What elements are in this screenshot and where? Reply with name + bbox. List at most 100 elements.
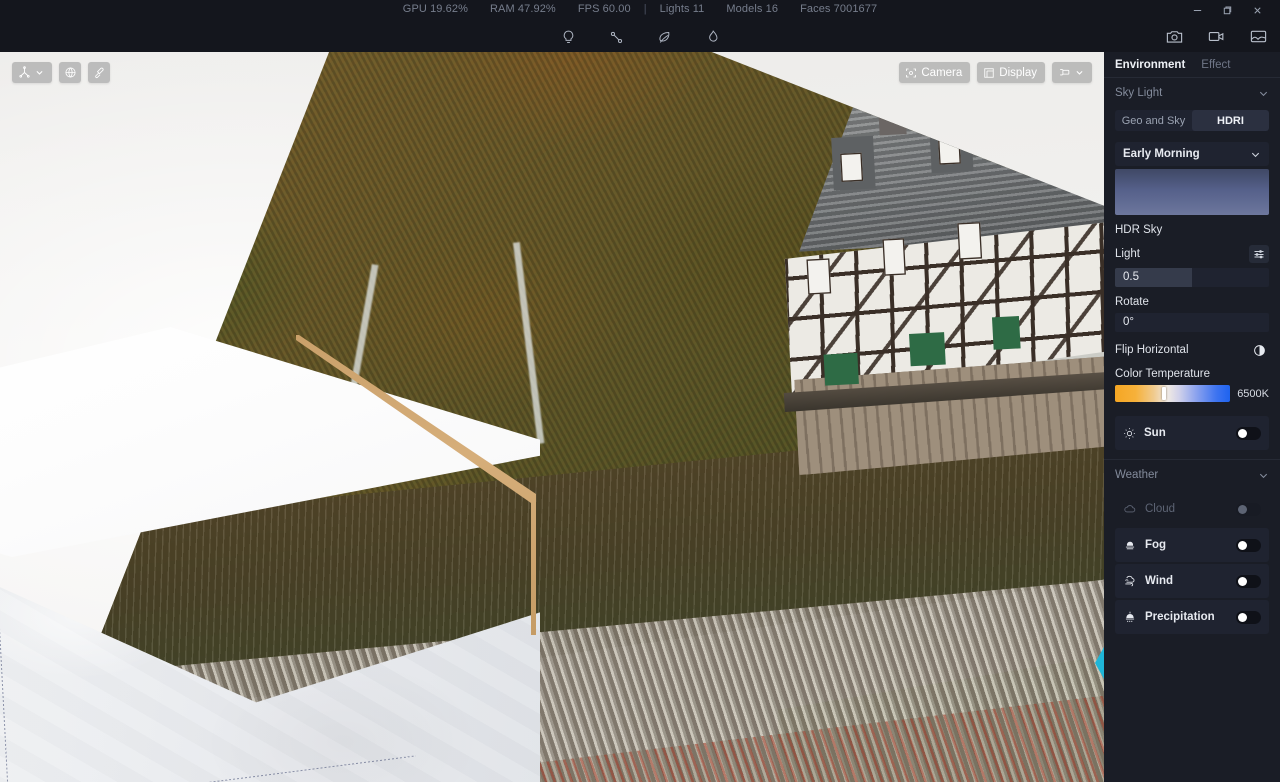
gold-edge-strip	[296, 335, 536, 635]
sun-icon	[1124, 427, 1135, 439]
light-settings-button[interactable]	[1249, 245, 1269, 263]
flip-horizontal-button[interactable]	[1249, 341, 1269, 359]
color-temperature-knob[interactable]	[1162, 387, 1167, 400]
chevron-down-icon	[1076, 70, 1083, 75]
sky-light-section-header[interactable]: Sky Light	[1104, 78, 1280, 108]
house-window-3	[956, 222, 982, 260]
eyedropper-button[interactable]	[88, 62, 110, 83]
transform-gizmo-button[interactable]	[12, 62, 52, 83]
light-label: Light	[1115, 248, 1140, 260]
color-temperature-label: Color Temperature	[1115, 368, 1211, 380]
chevron-down-icon	[1251, 152, 1260, 157]
hdri-preset-value: Early Morning	[1123, 148, 1200, 160]
chevron-down-icon	[36, 70, 43, 75]
stat-lights: Lights 11	[659, 3, 705, 15]
house-window-1	[806, 258, 832, 296]
viewport-3d[interactable]: Camera Display	[0, 52, 1104, 782]
camera-snapshot-button[interactable]	[1160, 23, 1188, 49]
wind-toggle-switch[interactable]	[1236, 574, 1261, 588]
precipitation-icon	[1125, 611, 1135, 623]
capture-toolbar	[1160, 22, 1272, 50]
stat-fps: FPS 60.00	[577, 3, 631, 15]
maximize-button[interactable]	[1212, 0, 1242, 20]
sliders-icon	[1254, 250, 1264, 259]
leaf-tool-button[interactable]	[649, 23, 679, 51]
camera-snapshot-icon	[1166, 30, 1182, 43]
stat-models: Models 16	[726, 3, 779, 15]
stat-faces: Faces 7001677	[800, 3, 878, 15]
move-axis-icon	[19, 66, 30, 78]
hdri-preview-swatch[interactable]	[1115, 169, 1269, 215]
weather-title: Weather	[1115, 469, 1159, 481]
house-dormer-window-1	[839, 152, 864, 182]
cloud-toggle-switch[interactable]	[1236, 502, 1261, 516]
fog-toggle-switch[interactable]	[1236, 538, 1261, 552]
house-shutter-1	[823, 352, 859, 387]
video-record-button[interactable]	[1202, 23, 1230, 49]
sun-toggle-row[interactable]: Sun	[1115, 416, 1269, 450]
top-bar: GPU 19.62% RAM 47.92% FPS 60.00 | Lights…	[0, 0, 1280, 52]
cloud-toggle-row[interactable]: Cloud	[1115, 492, 1269, 526]
fog-label: Fog	[1145, 539, 1167, 551]
wind-icon	[1125, 575, 1135, 587]
camera-button[interactable]: Camera	[899, 62, 971, 83]
weather-section-header[interactable]: Weather	[1104, 460, 1280, 490]
sun-toggle-switch[interactable]	[1236, 426, 1261, 440]
panel-tab-bar: Environment Effect	[1104, 52, 1280, 78]
app-window: GPU 19.62% RAM 47.92% FPS 60.00 | Lights…	[0, 0, 1280, 782]
flip-horizontal-label: Flip Horizontal	[1115, 344, 1189, 356]
sky-mode-segmented-control: Geo and Sky HDRI	[1115, 110, 1269, 131]
render-mode-button[interactable]	[1052, 62, 1092, 83]
house-window-2	[881, 238, 907, 276]
contrast-flip-icon	[1253, 344, 1265, 356]
color-temperature-slider[interactable]	[1115, 385, 1231, 402]
minimize-button[interactable]	[1182, 0, 1212, 20]
light-slider-input[interactable]: 0.5	[1115, 268, 1269, 287]
display-button-label: Display	[999, 66, 1037, 79]
globe-icon	[64, 67, 76, 78]
chevron-down-icon	[1259, 91, 1268, 96]
viewport-left-controls	[12, 62, 110, 83]
stat-separator: |	[643, 3, 647, 15]
cloud-icon	[1124, 505, 1136, 513]
fog-toggle-row[interactable]: Fog	[1115, 528, 1269, 562]
panorama-button[interactable]	[1244, 23, 1272, 49]
model-gold-trim	[296, 335, 536, 635]
light-bulb-tool-button[interactable]	[553, 23, 583, 51]
house-shutter-3	[992, 316, 1021, 350]
rotate-value: 0°	[1123, 316, 1134, 328]
camera-button-label: Camera	[921, 66, 963, 79]
globe-button[interactable]	[59, 62, 81, 83]
hdri-preset-dropdown[interactable]: Early Morning	[1115, 142, 1269, 166]
chevron-down-icon	[1259, 473, 1268, 478]
sky-mode-geo-and-sky[interactable]: Geo and Sky	[1115, 110, 1192, 131]
rotate-slider-input[interactable]: 0°	[1115, 313, 1269, 332]
rotate-label: Rotate	[1115, 296, 1149, 308]
panorama-icon	[1250, 30, 1266, 42]
render-device-icon	[1060, 69, 1070, 76]
leaf-icon	[658, 31, 669, 43]
flame-icon	[708, 29, 717, 42]
viewport-cyan-marker	[1095, 647, 1104, 679]
close-icon	[1253, 6, 1261, 14]
maximize-icon	[1223, 6, 1231, 14]
hdr-sky-label: HDR Sky	[1115, 224, 1163, 236]
precipitation-toggle-switch[interactable]	[1236, 610, 1261, 624]
performance-stats: GPU 19.62% RAM 47.92% FPS 60.00 | Lights…	[0, 0, 1280, 18]
display-button[interactable]: Display	[977, 62, 1045, 83]
sky-mode-hdri[interactable]: HDRI	[1192, 110, 1269, 131]
flip-horizontal-row[interactable]: Flip Horizontal	[1104, 332, 1280, 359]
sun-label: Sun	[1144, 427, 1166, 439]
measure-tool-button[interactable]	[601, 23, 631, 51]
tab-effect[interactable]: Effect	[1201, 59, 1230, 71]
house-shutter-2	[909, 331, 946, 366]
eyedropper-icon	[94, 67, 104, 79]
color-temperature-value: 6500K	[1237, 387, 1269, 400]
tab-environment[interactable]: Environment	[1115, 59, 1185, 71]
precipitation-toggle-row[interactable]: Precipitation	[1115, 600, 1269, 634]
window-controls	[1182, 0, 1272, 20]
wind-toggle-row[interactable]: Wind	[1115, 564, 1269, 598]
environment-panel: Environment Effect Sky Light Geo and Sky…	[1104, 52, 1280, 782]
flame-tool-button[interactable]	[697, 23, 727, 51]
close-button[interactable]	[1242, 0, 1272, 20]
